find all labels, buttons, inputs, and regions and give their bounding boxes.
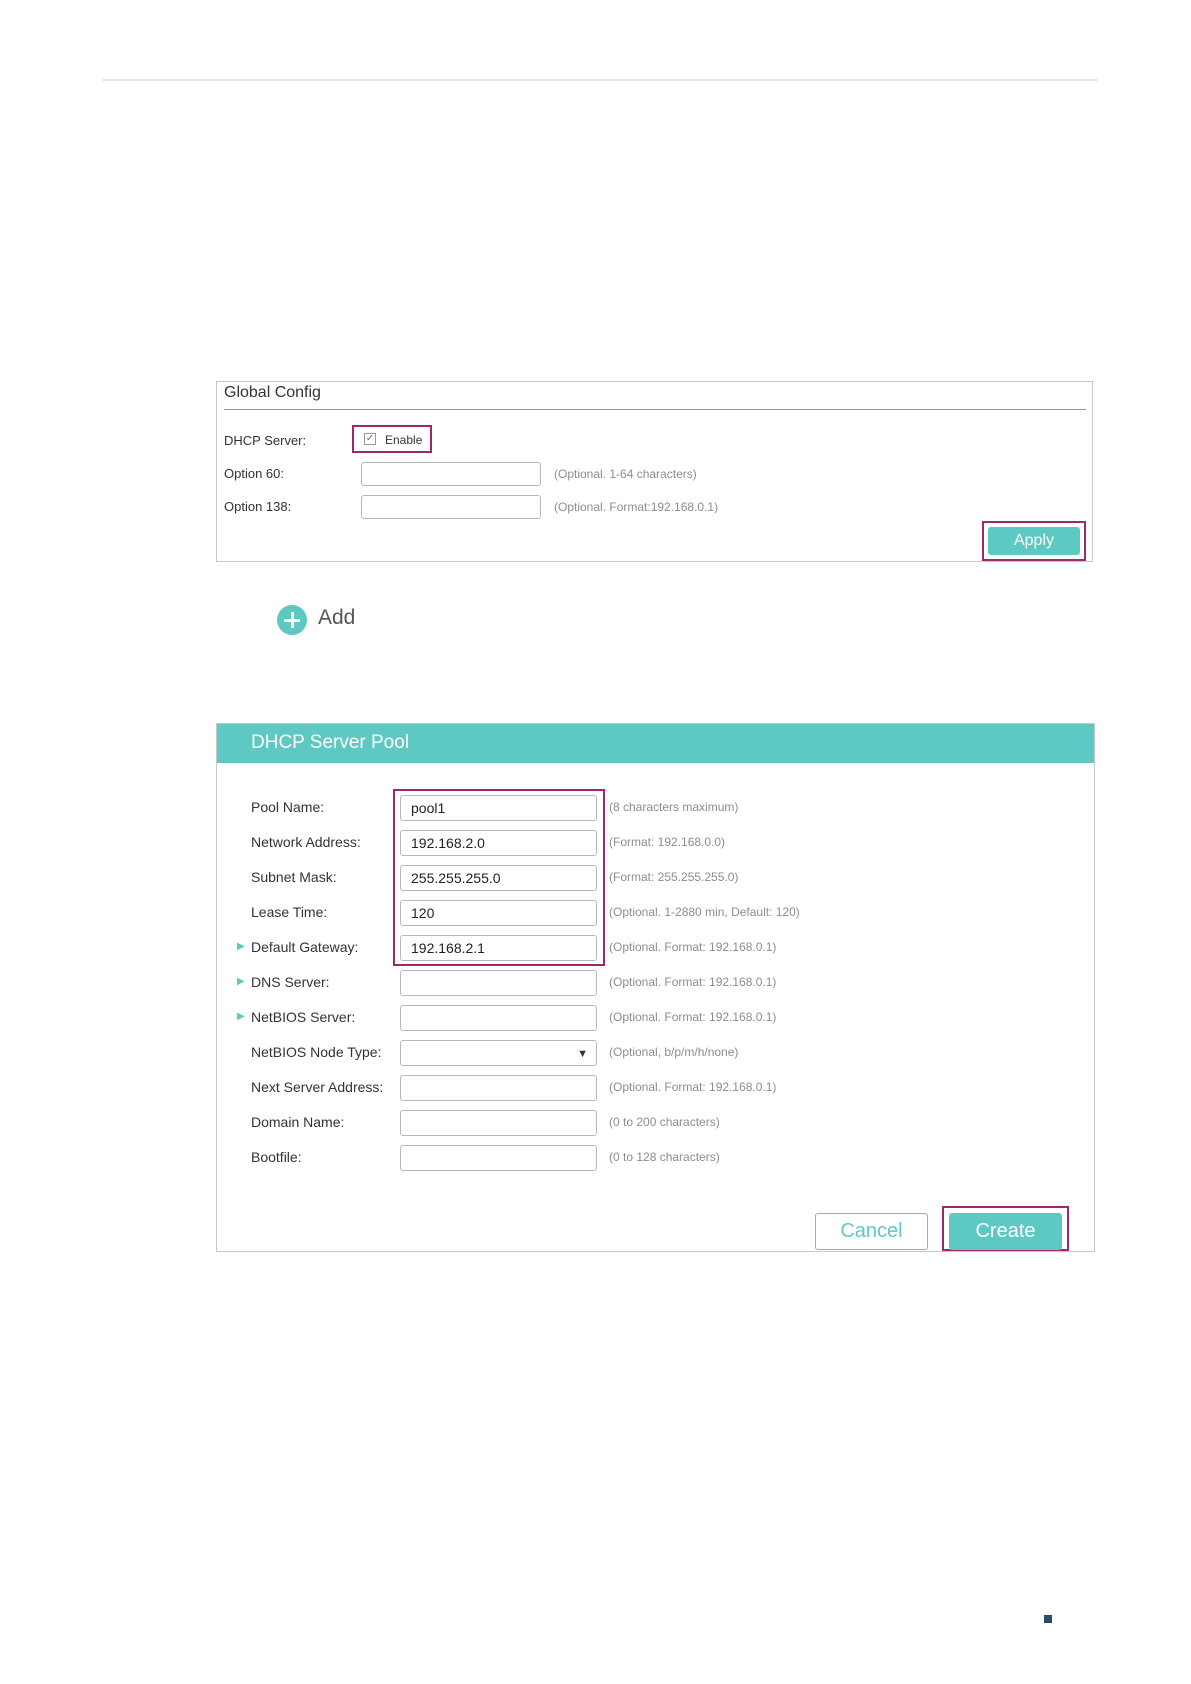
expand-arrow-icon[interactable]: ▶ — [237, 976, 245, 987]
option60-label: Option 60: — [224, 466, 284, 481]
dns-server-hint: (Optional. Format: 192.168.0.1) — [609, 975, 777, 989]
option60-hint: (Optional. 1-64 characters) — [554, 467, 697, 481]
lease-time-hint: (Optional. 1-2880 min, Default: 120) — [609, 905, 800, 919]
lease-time-label: Lease Time: — [251, 904, 328, 920]
enable-checkbox[interactable]: ✓ — [364, 433, 376, 445]
netbios-server-label: NetBIOS Server: — [251, 1009, 356, 1025]
netbios-server-hint: (Optional. Format: 192.168.0.1) — [609, 1010, 777, 1024]
default-gateway-label: Default Gateway: — [251, 939, 359, 955]
enable-label: Enable — [385, 433, 423, 447]
pool-header: DHCP Server Pool — [217, 724, 1094, 763]
subnet-mask-label: Subnet Mask: — [251, 869, 337, 885]
next-server-address-hint: (Optional. Format: 192.168.0.1) — [609, 1080, 777, 1094]
dns-server-input[interactable] — [400, 970, 597, 996]
pool-name-label: Pool Name: — [251, 799, 325, 815]
default-gateway-input[interactable]: 192.168.2.1 — [400, 935, 597, 961]
bootfile-label: Bootfile: — [251, 1149, 302, 1165]
netbios-node-type-hint: (Optional, b/p/m/h/none) — [609, 1045, 739, 1059]
default-gateway-hint: (Optional. Format: 192.168.0.1) — [609, 940, 777, 954]
netbios-node-type-label: NetBIOS Node Type: — [251, 1044, 382, 1060]
netbios-node-type-select[interactable]: ▼ — [400, 1040, 597, 1066]
title-divider — [224, 409, 1086, 410]
next-server-address-input[interactable] — [400, 1075, 597, 1101]
network-address-label: Network Address: — [251, 834, 361, 850]
checkmark-icon: ✓ — [365, 433, 375, 444]
global-config-title: Global Config — [224, 384, 321, 401]
option60-input[interactable] — [361, 462, 541, 486]
page-header-rule — [103, 79, 1097, 81]
subnet-mask-hint: (Format: 255.255.255.0) — [609, 870, 739, 884]
lease-time-input[interactable]: 120 — [400, 900, 597, 926]
option138-label: Option 138: — [224, 499, 292, 514]
bootfile-hint: (0 to 128 characters) — [609, 1150, 720, 1164]
plus-circle-icon[interactable] — [277, 605, 307, 635]
cancel-button[interactable]: Cancel — [815, 1213, 928, 1250]
pool-title: DHCP Server Pool — [251, 732, 410, 753]
option138-hint: (Optional. Format:192.168.0.1) — [554, 500, 719, 514]
dns-server-label: DNS Server: — [251, 974, 330, 990]
network-address-input[interactable]: 192.168.2.0 — [400, 830, 597, 856]
apply-button[interactable]: Apply — [988, 527, 1080, 555]
dropdown-arrow-icon: ▼ — [577, 1048, 588, 1060]
pool-name-hint: (8 characters maximum) — [609, 800, 739, 814]
next-server-address-label: Next Server Address: — [251, 1079, 384, 1095]
domain-name-label: Domain Name: — [251, 1114, 345, 1130]
bootfile-input[interactable] — [400, 1145, 597, 1171]
dhcp-server-label: DHCP Server: — [224, 433, 307, 448]
expand-arrow-icon[interactable]: ▶ — [237, 941, 245, 952]
expand-arrow-icon[interactable]: ▶ — [237, 1011, 245, 1022]
dhcp-server-pool-panel: DHCP Server Pool Pool Name: pool1 (8 cha… — [216, 723, 1095, 1252]
option138-input[interactable] — [361, 495, 541, 519]
page-marker — [1044, 1615, 1052, 1623]
network-address-hint: (Format: 192.168.0.0) — [609, 835, 726, 849]
domain-name-input[interactable] — [400, 1110, 597, 1136]
pool-name-input[interactable]: pool1 — [400, 795, 597, 821]
add-button[interactable]: Add — [318, 606, 355, 630]
netbios-server-input[interactable] — [400, 1005, 597, 1031]
subnet-mask-input[interactable]: 255.255.255.0 — [400, 865, 597, 891]
global-config-panel: Global Config DHCP Server: ✓ Enable Opti… — [216, 381, 1093, 562]
domain-name-hint: (0 to 200 characters) — [609, 1115, 720, 1129]
create-button[interactable]: Create — [949, 1213, 1062, 1250]
